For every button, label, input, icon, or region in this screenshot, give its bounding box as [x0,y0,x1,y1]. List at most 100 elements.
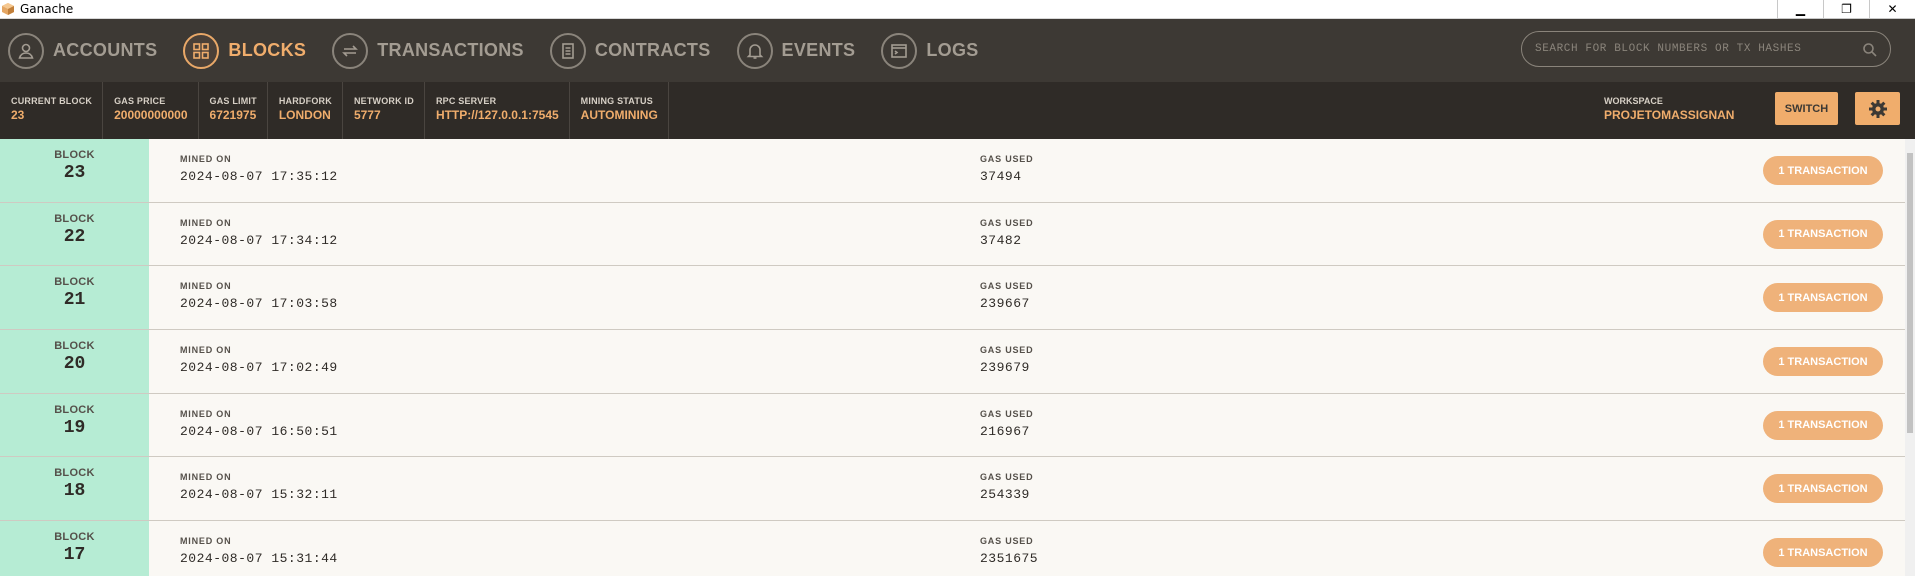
restore-button[interactable]: ❐ [1823,0,1869,19]
gas-used-value: 239667 [980,296,1030,312]
mined-on-label: MINED ON [180,408,232,419]
search-icon[interactable] [1862,42,1878,58]
nav-logs-label: LOGS [926,40,979,60]
transaction-count-badge[interactable]: 1 TRANSACTION [1763,410,1883,440]
workspace-info: WORKSPACE PROJETOMASSIGNAN [1604,96,1734,122]
title-bar: Ganache ▁ ❐ ✕ [0,0,1915,19]
search-input[interactable] [1535,43,1855,55]
mined-on-value: 2024-08-07 15:31:44 [180,551,338,567]
stat-gas-limit: GAS LIMIT 6721975 [199,82,268,139]
gas-used-value: 254339 [980,487,1030,503]
block-cell: BLOCK 20 [0,330,149,393]
transaction-count-badge[interactable]: 1 TRANSACTION [1763,474,1883,504]
block-row[interactable]: BLOCK 23 MINED ON 2024-08-07 17:35:12 GA… [0,139,1905,203]
gas-used-value: 37482 [980,232,1022,248]
vertical-scrollbar[interactable] [1905,139,1915,576]
current-block-value: 23 [11,108,25,122]
gas-used: GAS USED 37482 [980,218,1033,248]
scrollbar-thumb[interactable] [1907,153,1913,433]
gas-used: GAS USED 239679 [980,345,1033,375]
mined-on: MINED ON 2024-08-07 15:32:11 [180,472,338,502]
block-cell: BLOCK 22 [0,202,149,266]
nav-blocks[interactable]: BLOCKS [183,32,307,69]
document-icon [549,32,586,69]
block-row[interactable]: BLOCK 19 MINED ON 2024-08-07 16:50:51 GA… [0,393,1905,458]
gas-used-label: GAS USED [980,408,1034,419]
switch-button[interactable]: SWITCH [1775,92,1838,125]
mined-on-value: 2024-08-07 17:02:49 [180,360,338,376]
transaction-count-badge[interactable]: 1 TRANSACTION [1763,347,1883,377]
stat-rpc-server: RPC SERVER HTTP://127.0.0.1:7545 [425,82,570,139]
window-controls: ▁ ❐ ✕ [1777,0,1915,19]
mining-status-label: MINING STATUS [580,96,653,106]
nav-events-label: EVENTS [781,40,856,60]
nav-accounts[interactable]: ACCOUNTS [8,32,158,69]
stat-mining-status: MINING STATUS AUTOMINING [570,82,669,139]
bell-icon [736,32,773,69]
block-row[interactable]: BLOCK 17 MINED ON 2024-08-07 15:31:44 GA… [0,521,1905,576]
stat-gas-price: GAS PRICE 20000000000 [103,82,199,139]
workspace-label: WORKSPACE [1604,96,1663,106]
block-label: BLOCK [54,276,95,289]
rpc-server-label: RPC SERVER [435,96,497,106]
block-row[interactable]: BLOCK 22 MINED ON 2024-08-07 17:34:12 GA… [0,202,1905,267]
block-row[interactable]: BLOCK 20 MINED ON 2024-08-07 17:02:49 GA… [0,330,1905,394]
block-cell: BLOCK 17 [0,521,149,576]
block-cell: BLOCK 19 [0,393,149,457]
mined-on-label: MINED ON [180,536,232,547]
nav-blocks-label: BLOCKS [228,40,307,60]
gear-icon [1868,99,1887,118]
mined-on: MINED ON 2024-08-07 17:35:12 [180,154,338,184]
gas-used-label: GAS USED [980,536,1034,547]
nav-accounts-label: ACCOUNTS [53,40,158,60]
gas-price-label: GAS PRICE [114,96,166,106]
nav-events[interactable]: EVENTS [736,32,856,69]
stat-hardfork: HARDFORK LONDON [268,82,343,139]
gas-used-label: GAS USED [980,281,1034,292]
gas-used: GAS USED 2351675 [980,536,1038,566]
block-cell: BLOCK 23 [0,139,149,202]
stat-network-id: NETWORK ID 5777 [343,82,425,139]
mined-on-label: MINED ON [180,345,232,356]
block-row[interactable]: BLOCK 21 MINED ON 2024-08-07 17:03:58 GA… [0,266,1905,331]
terminal-icon [881,32,918,69]
status-bar: CURRENT BLOCK 23 GAS PRICE 20000000000 G… [0,82,1915,139]
minimize-button[interactable]: ▁ [1777,0,1823,19]
transaction-count-badge[interactable]: 1 TRANSACTION [1763,219,1883,249]
block-label: BLOCK [54,149,95,161]
block-number: 22 [63,226,86,247]
mined-on-value: 2024-08-07 17:34:12 [180,232,338,248]
transaction-count-badge[interactable]: 1 TRANSACTION [1763,156,1883,185]
gas-used: GAS USED 239667 [980,281,1033,311]
mined-on: MINED ON 2024-08-07 17:03:58 [180,281,338,311]
gas-price-value: 20000000000 [114,108,188,122]
mined-on-label: MINED ON [180,472,232,483]
mining-status-value: AUTOMINING [580,108,658,122]
nav-transactions[interactable]: TRANSACTIONS [332,32,524,69]
block-row[interactable]: BLOCK 18 MINED ON 2024-08-07 15:32:11 GA… [0,457,1905,522]
gas-used-value: 216967 [980,423,1030,439]
block-list: BLOCK 23 MINED ON 2024-08-07 17:35:12 GA… [0,139,1905,576]
ganache-logo-icon [2,3,14,15]
settings-button[interactable] [1855,92,1900,125]
nav-contracts[interactable]: CONTRACTS [549,32,711,69]
gas-used-label: GAS USED [980,217,1034,228]
gas-used-label: GAS USED [980,154,1034,164]
block-number: 20 [63,354,86,375]
nav-contracts-label: CONTRACTS [594,40,711,60]
transaction-count-badge[interactable]: 1 TRANSACTION [1763,538,1883,568]
close-button[interactable]: ✕ [1869,0,1915,19]
person-icon [8,32,44,69]
transaction-count-badge[interactable]: 1 TRANSACTION [1763,283,1883,313]
search-box [1521,31,1891,67]
network-id-label: NETWORK ID [353,96,414,106]
gas-used-label: GAS USED [980,345,1034,356]
main-nav: ACCOUNTS BLOCKS TRANSACTIONS CONTRACTS E… [0,19,1915,82]
block-number: 21 [63,290,86,311]
block-label: BLOCK [54,531,95,544]
grid-icon [183,32,220,69]
nav-logs[interactable]: LOGS [881,32,979,69]
block-number: 17 [63,545,86,566]
mined-on: MINED ON 2024-08-07 16:50:51 [180,409,338,439]
mined-on: MINED ON 2024-08-07 17:02:49 [180,345,338,375]
